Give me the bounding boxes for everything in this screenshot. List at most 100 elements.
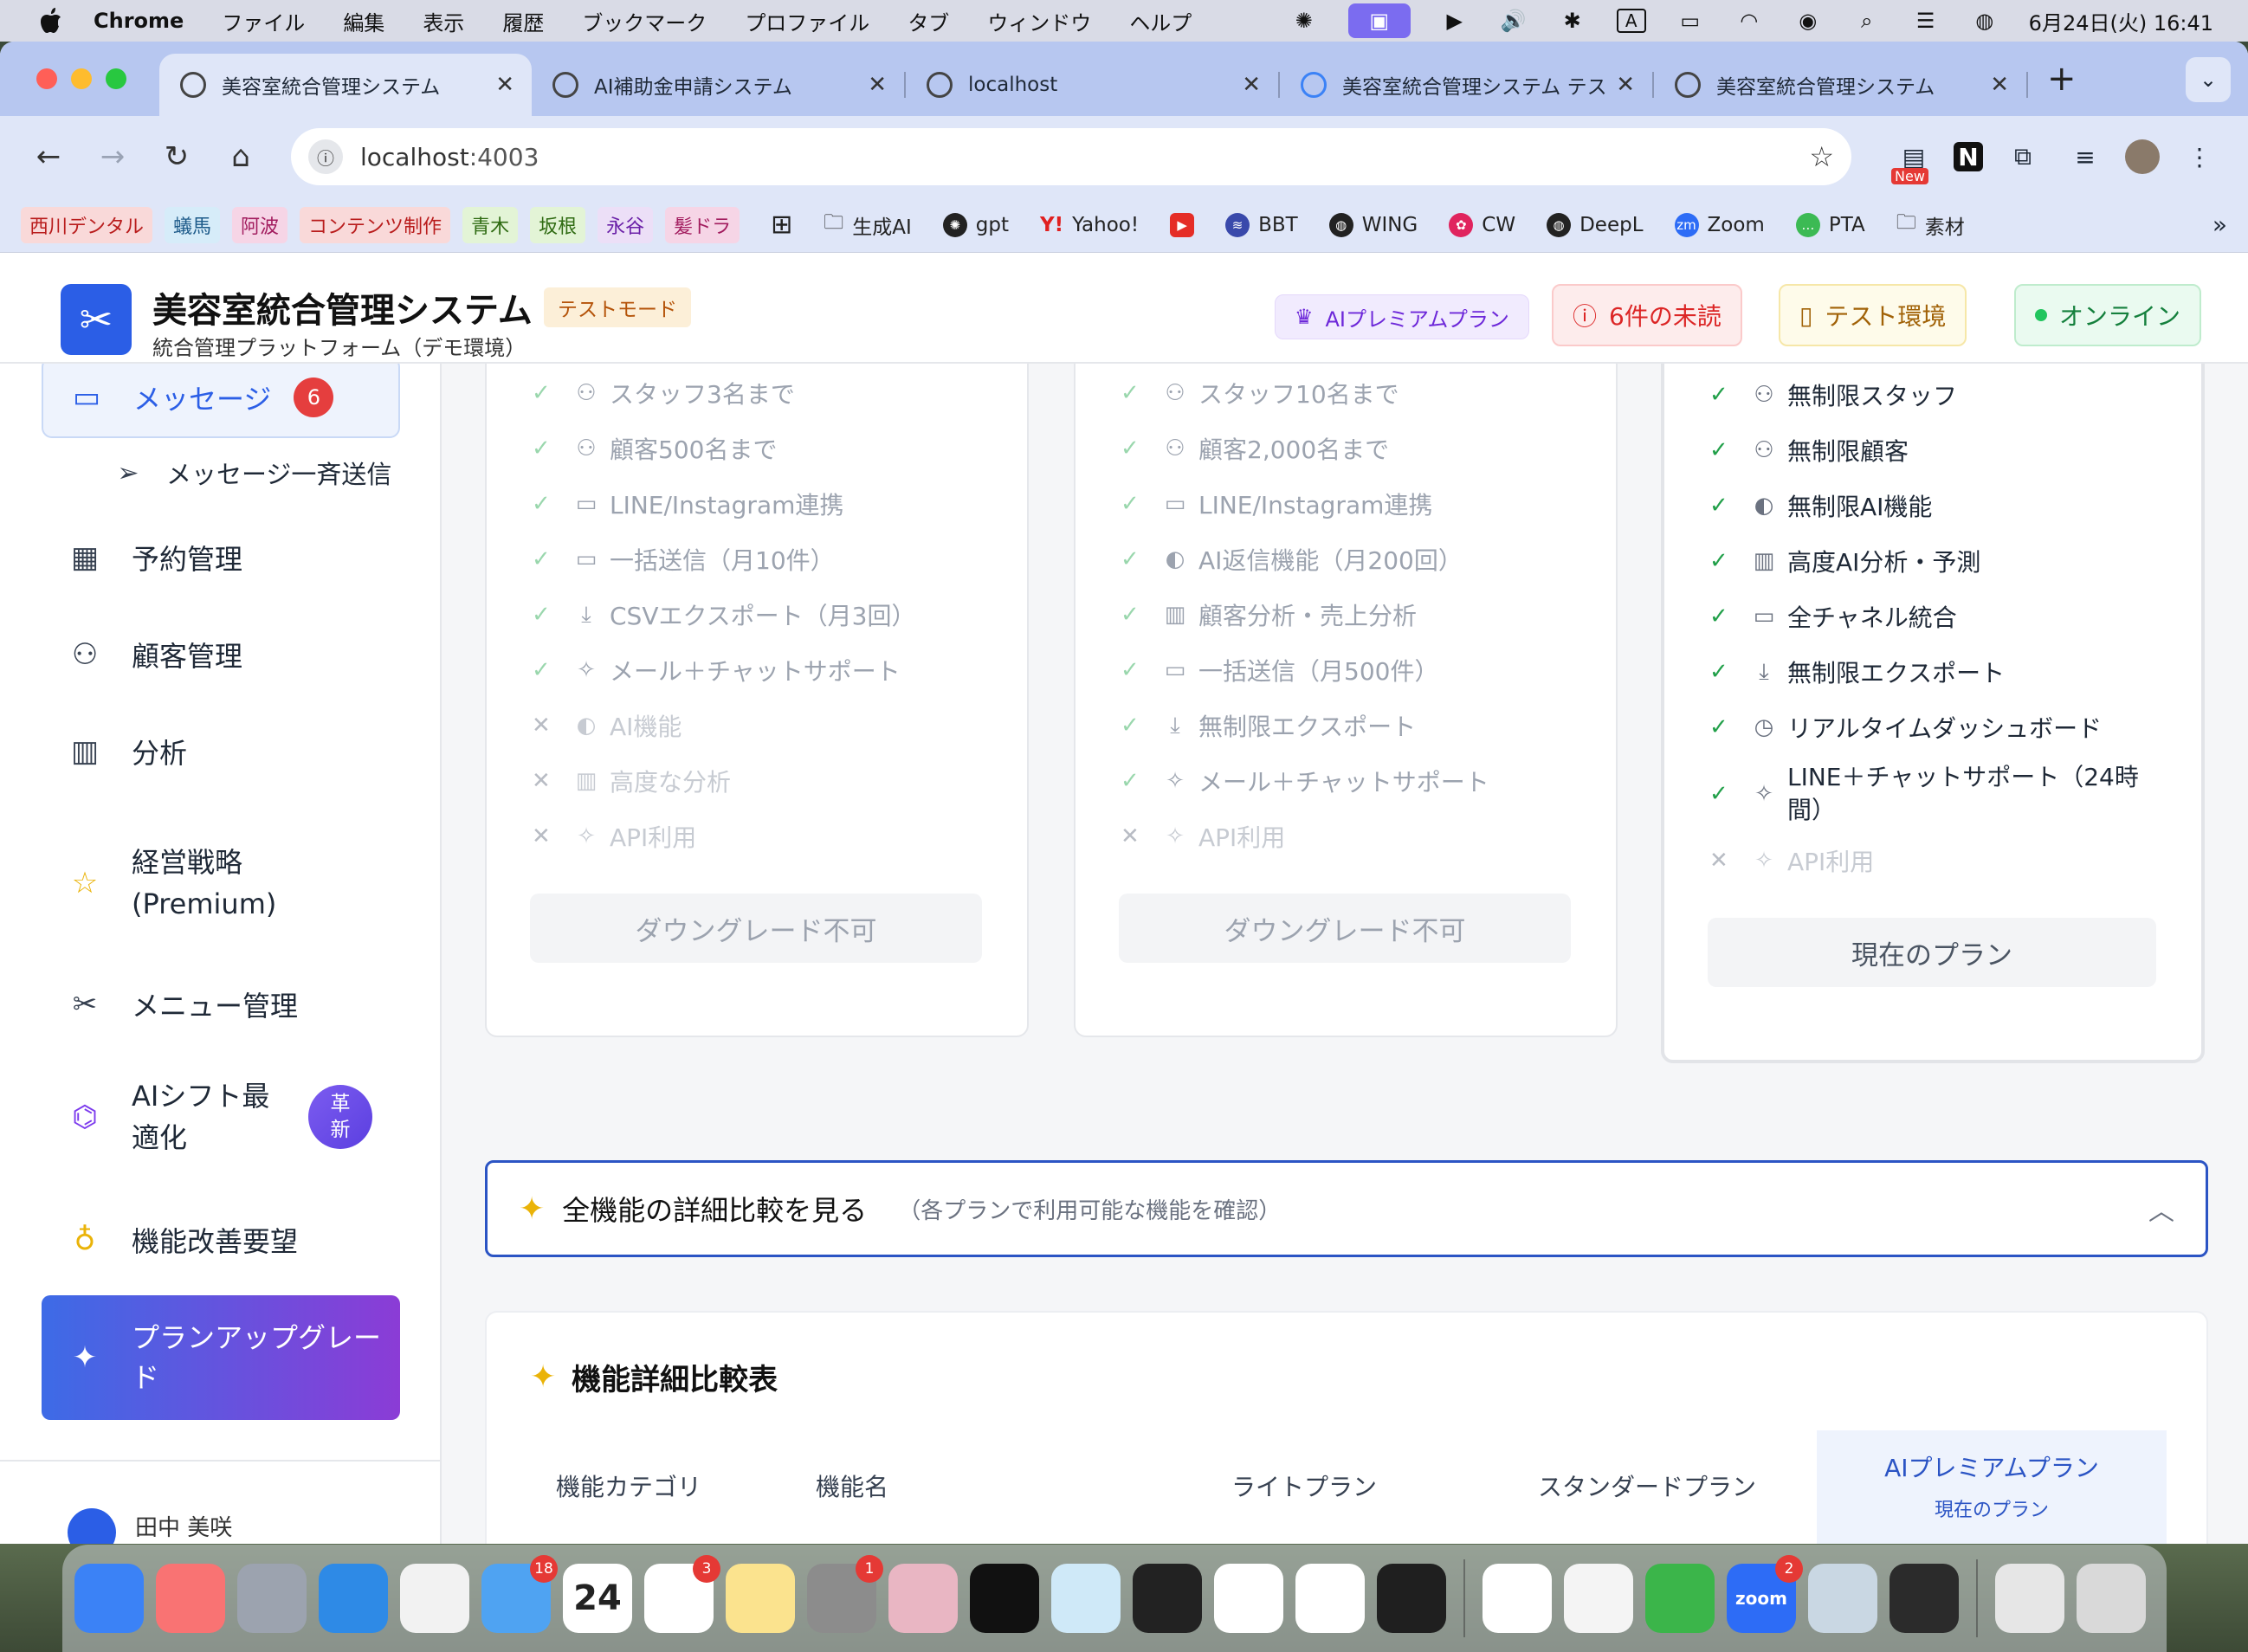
user-avatar[interactable] bbox=[68, 1508, 116, 1544]
dock-launchpad-icon[interactable] bbox=[237, 1564, 307, 1633]
tab-4[interactable]: 美容室統合管理システム テス ✕ bbox=[1280, 54, 1652, 116]
bookmark-tag[interactable]: 永谷 bbox=[598, 206, 654, 243]
dock-teamviewer-icon[interactable] bbox=[1483, 1564, 1552, 1633]
dock-mail-icon[interactable]: 18 bbox=[481, 1555, 558, 1633]
bookmark-item[interactable]: ✿ CW bbox=[1449, 212, 1515, 237]
close-window-button[interactable] bbox=[36, 68, 57, 89]
feature-comparison-toggle[interactable]: ✦ 全機能の詳細比較を見る （各プランで利用可能な機能を確認） ︿ bbox=[485, 1160, 2208, 1257]
dock-preview-icon[interactable] bbox=[1808, 1564, 1877, 1633]
dock-notes-icon[interactable] bbox=[726, 1564, 795, 1633]
dock-system-settings-icon[interactable]: 1 bbox=[807, 1555, 883, 1633]
chatgpt-status-icon[interactable]: ✺ bbox=[1289, 8, 1319, 34]
unread-notifications-button[interactable]: ⓘ 6件の未読 bbox=[1552, 284, 1742, 346]
bookmark-item[interactable]: Y! Yahoo! bbox=[1040, 214, 1139, 236]
apps-grid-icon[interactable]: ⊞ bbox=[771, 210, 792, 240]
dock-textedit-icon[interactable] bbox=[1564, 1564, 1633, 1633]
dock-chrome-icon[interactable] bbox=[400, 1564, 469, 1633]
dock-app-store-icon[interactable] bbox=[319, 1564, 388, 1633]
dock-cube-app-icon[interactable] bbox=[1133, 1564, 1202, 1633]
sidebar-item-menu[interactable]: ✂ メニュー管理 bbox=[42, 970, 400, 1039]
current-plan-button[interactable]: 現在のプラン bbox=[1708, 918, 2156, 987]
spotlight-search-icon[interactable]: ⌕ bbox=[1852, 8, 1882, 34]
dock-reminders-icon[interactable]: 3 bbox=[644, 1555, 720, 1633]
bookmark-item[interactable]: ≋ BBT bbox=[1225, 212, 1298, 237]
test-environment-badge[interactable]: ▯ テスト環境 bbox=[1779, 284, 1967, 346]
close-tab-icon[interactable]: ✕ bbox=[868, 72, 887, 98]
extension-new-icon[interactable]: ▤ New bbox=[1891, 134, 1936, 184]
bookmark-item[interactable]: zm Zoom bbox=[1674, 212, 1765, 237]
bookmark-tag[interactable]: コンテンツ制作 bbox=[300, 206, 451, 243]
bookmark-item[interactable]: ◍ WING bbox=[1328, 212, 1418, 237]
reload-button[interactable]: ↻ bbox=[154, 134, 199, 179]
control-center-icon[interactable]: ☰ bbox=[1911, 8, 1941, 34]
menu-tab[interactable]: タブ bbox=[908, 6, 949, 36]
address-bar[interactable]: ⓘ localhost:4003 ☆ bbox=[291, 128, 1851, 185]
bookmark-folder[interactable]: 🗀 素材 bbox=[1896, 208, 1965, 242]
bookmark-tag[interactable]: 髪ドラ bbox=[665, 206, 740, 243]
menu-window[interactable]: ウィンドウ bbox=[987, 6, 1091, 36]
profile-avatar[interactable] bbox=[2125, 139, 2160, 174]
bookmark-tag[interactable]: 西川デンタル bbox=[21, 206, 153, 243]
app-menu-chrome[interactable]: Chrome bbox=[94, 9, 184, 33]
close-tab-icon[interactable]: ✕ bbox=[1242, 72, 1261, 98]
dock-kindle-icon[interactable] bbox=[1051, 1564, 1121, 1633]
sidebar-item-requests[interactable]: ♁ 機能改善要望 bbox=[42, 1205, 400, 1274]
tab-5[interactable]: 美容室統合管理システム ✕ bbox=[1654, 54, 2026, 116]
menu-help[interactable]: ヘルプ bbox=[1129, 6, 1192, 36]
bookmark-star-icon[interactable]: ☆ bbox=[1809, 140, 1834, 173]
dock-finder-icon[interactable] bbox=[74, 1564, 144, 1633]
sidebar-item-ai-shift[interactable]: ⌬ AIシフト最 適化 革新 bbox=[42, 1065, 400, 1169]
user-icon[interactable]: ◉ bbox=[1793, 8, 1823, 34]
dock-zoom-icon[interactable]: zoom 2 bbox=[1727, 1555, 1803, 1633]
menu-history[interactable]: 履歴 bbox=[502, 6, 544, 36]
bookmark-item[interactable]: ◍ DeepL bbox=[1547, 212, 1644, 237]
dock-ai-app-icon[interactable] bbox=[970, 1564, 1039, 1633]
zoom-window-button[interactable] bbox=[106, 68, 126, 89]
dock-final-cut-icon[interactable] bbox=[1889, 1564, 1959, 1633]
bookmark-tag[interactable]: 坂根 bbox=[530, 206, 586, 243]
dock-trash-icon[interactable] bbox=[2077, 1564, 2146, 1633]
site-info-icon[interactable]: ⓘ bbox=[308, 139, 343, 174]
dock-chatgpt-icon[interactable] bbox=[1214, 1564, 1283, 1633]
sidebar-item-upgrade[interactable]: ✦ プランアップグレード bbox=[42, 1295, 400, 1420]
tab-search-chevron-icon[interactable]: ⌄ bbox=[2186, 57, 2231, 102]
screen-mirroring-icon[interactable]: ▣ bbox=[1347, 3, 1411, 38]
sidebar-item-reservations[interactable]: ▦ 予約管理 bbox=[42, 523, 400, 592]
premium-plan-badge[interactable]: ♛ AIプレミアムプラン bbox=[1275, 294, 1529, 339]
youtube-bookmark[interactable]: ▶ bbox=[1170, 212, 1195, 237]
extensions-puzzle-icon[interactable]: ⧉ bbox=[2000, 134, 2045, 179]
dock-iphone-mirroring-icon[interactable] bbox=[888, 1564, 958, 1633]
close-tab-icon[interactable]: ✕ bbox=[495, 72, 514, 98]
bookmark-tag[interactable]: 青木 bbox=[462, 206, 519, 243]
siri-icon[interactable]: ◍ bbox=[1970, 8, 1999, 34]
tab-3[interactable]: localhost ✕ bbox=[906, 54, 1278, 116]
sidebar-item-customers[interactable]: ⚇ 顧客管理 bbox=[42, 620, 400, 689]
new-tab-button[interactable]: + bbox=[2047, 59, 2077, 99]
bookmark-folder[interactable]: 🗀 生成AI bbox=[824, 208, 912, 242]
kebab-menu-icon[interactable]: ⋮ bbox=[2177, 134, 2222, 179]
dock-calendar-icon[interactable]: 24 bbox=[563, 1564, 632, 1633]
close-tab-icon[interactable]: ✕ bbox=[1990, 72, 2009, 98]
bookmark-tag[interactable]: 蟻馬 bbox=[165, 206, 221, 243]
bluetooth-icon[interactable]: ✱ bbox=[1558, 8, 1587, 34]
sidebar-item-strategy[interactable]: ☆ 経営戦略 (Premium) bbox=[42, 831, 400, 935]
media-control-icon[interactable]: ≡ bbox=[2063, 134, 2108, 179]
close-tab-icon[interactable]: ✕ bbox=[1616, 72, 1635, 98]
downgrade-disabled-button[interactable]: ダウングレード不可 bbox=[530, 894, 982, 963]
dock-numbers-icon[interactable] bbox=[1645, 1564, 1715, 1633]
bookmark-item[interactable]: … PTA bbox=[1795, 212, 1865, 237]
tab-1[interactable]: 美容室統合管理システム ✕ bbox=[159, 54, 532, 116]
play-icon[interactable]: ▶ bbox=[1440, 8, 1470, 34]
apple-icon[interactable] bbox=[35, 8, 68, 34]
forward-button[interactable]: → bbox=[90, 134, 135, 179]
minimize-window-button[interactable] bbox=[71, 68, 92, 89]
home-button[interactable]: ⌂ bbox=[218, 134, 263, 179]
volume-icon[interactable]: 🔊 bbox=[1499, 8, 1528, 34]
bookmark-tag[interactable]: 阿波 bbox=[232, 206, 288, 243]
wifi-icon[interactable]: ◠ bbox=[1734, 8, 1764, 34]
notion-extension-icon[interactable]: N bbox=[1954, 142, 1983, 171]
back-button[interactable]: ← bbox=[26, 134, 71, 179]
input-source-icon[interactable]: A bbox=[1616, 9, 1646, 33]
menu-view[interactable]: 表示 bbox=[423, 6, 464, 36]
battery-icon[interactable]: ▭ bbox=[1676, 8, 1705, 34]
